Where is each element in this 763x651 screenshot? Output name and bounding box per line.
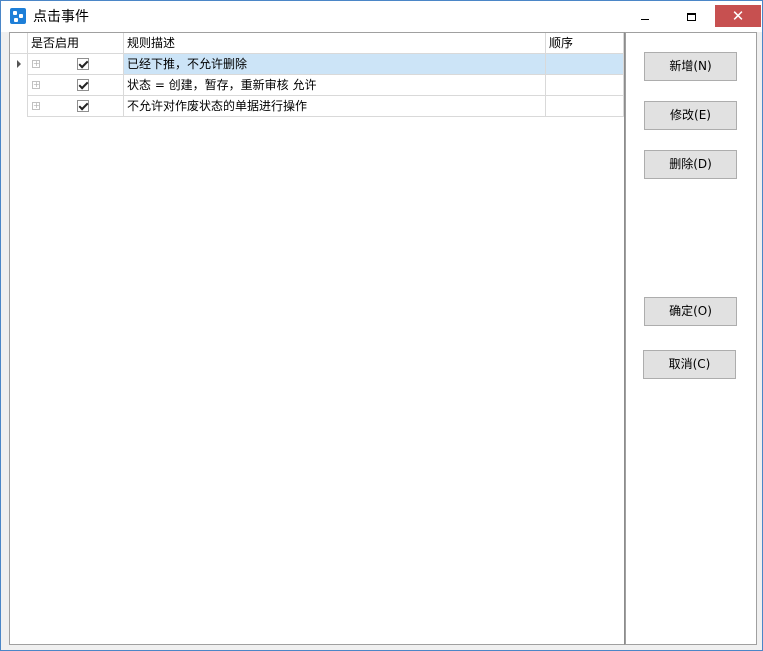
- button-panel: 新增(N) 修改(E) 删除(D) 确定(O) 取消(C): [625, 32, 757, 645]
- delete-button[interactable]: 删除(D): [644, 150, 737, 179]
- enabled-checkbox[interactable]: [77, 58, 89, 70]
- edit-button[interactable]: 修改(E): [644, 101, 737, 130]
- order-cell[interactable]: [546, 54, 624, 75]
- rules-grid[interactable]: 是否启用 规则描述 顺序 + 已经下推，不允许删除 + 状态 = 创建，暂存，重…: [9, 32, 625, 645]
- cancel-button[interactable]: 取消(C): [643, 350, 736, 379]
- order-cell[interactable]: [546, 96, 624, 117]
- row-header-corner: [10, 33, 28, 54]
- dialog-window: 点击事件 ✕ 是否启用 规则描述 顺序 + 已经下推，不允许删除 + 状态 = …: [0, 0, 763, 651]
- table-row[interactable]: + 不允许对作废状态的单据进行操作: [10, 96, 624, 117]
- maximize-button[interactable]: [668, 1, 714, 32]
- add-button[interactable]: 新增(N): [644, 52, 737, 81]
- description-cell[interactable]: 状态 = 创建，暂存，重新审核 允许: [124, 75, 546, 96]
- table-row[interactable]: + 状态 = 创建，暂存，重新审核 允许: [10, 75, 624, 96]
- title-bar[interactable]: 点击事件 ✕: [1, 1, 762, 32]
- row-header[interactable]: [10, 54, 28, 75]
- enabled-cell[interactable]: +: [28, 54, 124, 75]
- description-cell[interactable]: 不允许对作废状态的单据进行操作: [124, 96, 546, 117]
- app-icon: [10, 8, 26, 24]
- enabled-cell[interactable]: +: [28, 96, 124, 117]
- order-cell[interactable]: [546, 75, 624, 96]
- column-header-enabled[interactable]: 是否启用: [28, 33, 124, 54]
- expand-icon[interactable]: +: [32, 81, 40, 89]
- ok-button[interactable]: 确定(O): [644, 297, 737, 326]
- expand-icon[interactable]: +: [32, 60, 40, 68]
- expand-icon[interactable]: +: [32, 102, 40, 110]
- close-button[interactable]: ✕: [715, 5, 761, 27]
- enabled-cell[interactable]: +: [28, 75, 124, 96]
- close-icon: ✕: [731, 7, 745, 25]
- row-header[interactable]: [10, 96, 28, 117]
- minimize-button[interactable]: [622, 1, 668, 32]
- row-header[interactable]: [10, 75, 28, 96]
- column-header-description[interactable]: 规则描述: [124, 33, 546, 54]
- description-cell[interactable]: 已经下推，不允许删除: [124, 54, 546, 75]
- minimize-icon: [641, 19, 649, 20]
- table-row[interactable]: + 已经下推，不允许删除: [10, 54, 624, 75]
- enabled-checkbox[interactable]: [77, 79, 89, 91]
- window-title: 点击事件: [33, 9, 89, 25]
- maximize-icon: [686, 12, 696, 21]
- column-header-order[interactable]: 顺序: [546, 33, 624, 54]
- current-row-arrow-icon: [17, 60, 21, 68]
- enabled-checkbox[interactable]: [77, 100, 89, 112]
